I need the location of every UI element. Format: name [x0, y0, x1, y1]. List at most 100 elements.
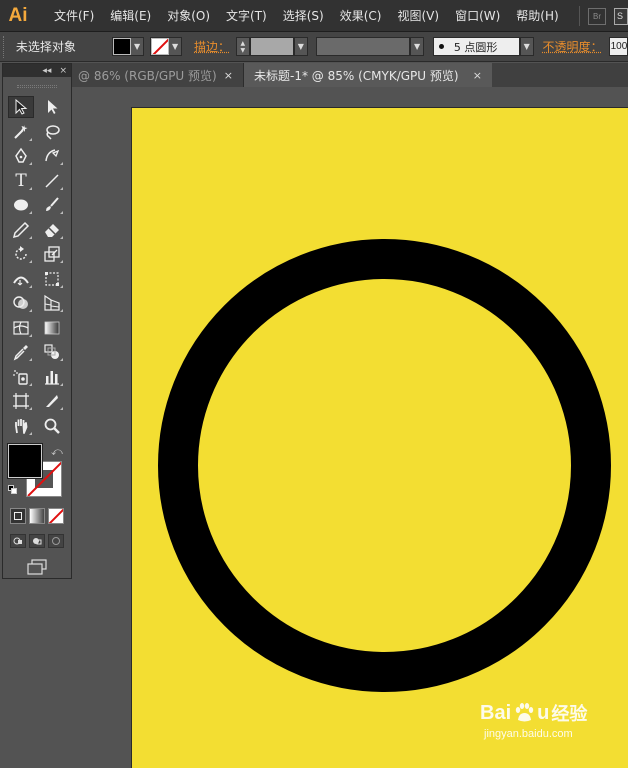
- control-bar-grip[interactable]: [3, 35, 7, 58]
- type-icon: T: [15, 170, 27, 191]
- none-mode-button[interactable]: [48, 508, 64, 524]
- stock-button[interactable]: S: [614, 7, 628, 25]
- stroke-label[interactable]: 描边：: [194, 38, 230, 55]
- mesh-icon: [13, 321, 29, 335]
- stroke-weight-field[interactable]: [249, 37, 295, 56]
- tools-panel-grip[interactable]: [3, 77, 71, 95]
- close-icon[interactable]: ×: [473, 69, 482, 82]
- menu-file[interactable]: 文件(F): [46, 7, 102, 24]
- lasso-icon: [46, 125, 60, 140]
- slice-knife-icon: [46, 395, 58, 408]
- tab-label: 未标题-1* @ 85% (CMYK/GPU 预览): [254, 68, 459, 83]
- direct-selection-arrow-icon: [48, 100, 58, 115]
- stroke-color-dropdown[interactable]: ▼: [150, 37, 183, 56]
- menu-type[interactable]: 文字(T): [218, 7, 275, 24]
- variable-width-field[interactable]: [315, 37, 411, 56]
- default-fill-stroke-icon[interactable]: [8, 485, 18, 495]
- menu-object[interactable]: 对象(O): [159, 7, 218, 24]
- menu-right: Br S: [571, 0, 628, 32]
- shape-builder-icon: [13, 296, 28, 310]
- tools-panel: ◂◂ × T ⤺: [2, 63, 72, 579]
- draw-behind-button[interactable]: [29, 534, 45, 548]
- draw-inside-button[interactable]: [48, 534, 64, 548]
- perspective-grid-tool[interactable]: [39, 292, 65, 314]
- stroke-swatch[interactable]: [151, 38, 170, 55]
- opacity-label[interactable]: 不透明度：: [543, 38, 603, 55]
- rotate-tool[interactable]: [8, 243, 34, 265]
- artboard-tool[interactable]: [8, 390, 34, 412]
- curvature-tool[interactable]: [39, 145, 65, 167]
- brush-dropdown[interactable]: ▼: [519, 37, 534, 56]
- close-icon[interactable]: ×: [59, 66, 67, 76]
- menu-view[interactable]: 视图(V): [389, 7, 447, 24]
- draw-mode-row: [3, 534, 71, 548]
- collapse-icon[interactable]: ◂◂: [42, 66, 51, 76]
- opacity-field[interactable]: 100: [608, 37, 628, 56]
- tab-document-1[interactable]: @ 86% (RGB/GPU 预览) ×: [72, 63, 244, 87]
- fill-color-box[interactable]: [8, 444, 42, 478]
- fill-color-dropdown[interactable]: ▼: [112, 37, 145, 56]
- stroke-weight-spinner[interactable]: ▲ ▼: [236, 37, 250, 56]
- pen-tool[interactable]: [8, 145, 34, 167]
- document-tabs: @ 86% (RGB/GPU 预览) × 未标题-1* @ 85% (CMYK/…: [72, 63, 628, 87]
- rotate-icon: [15, 246, 27, 260]
- watermark-logo: Bai u 经验: [480, 700, 600, 726]
- stroke-weight-dropdown[interactable]: ▼: [294, 37, 308, 56]
- gradient-icon: [44, 321, 60, 335]
- paintbrush-tool[interactable]: [39, 194, 65, 216]
- canvas-area[interactable]: [72, 87, 628, 768]
- column-graph-tool[interactable]: [39, 366, 65, 388]
- slice-tool[interactable]: [39, 390, 65, 412]
- mesh-tool[interactable]: [8, 317, 34, 339]
- menu-bar: Ai 文件(F) 编辑(E) 对象(O) 文字(T) 选择(S) 效果(C) 视…: [0, 0, 628, 32]
- width-tool[interactable]: [8, 268, 34, 290]
- watermark-brand-a: Bai: [480, 701, 512, 724]
- chevron-down-icon[interactable]: ▼: [169, 38, 181, 55]
- menu-help[interactable]: 帮助(H): [508, 7, 566, 24]
- tools-grid: T: [3, 95, 71, 438]
- watermark-brand-b: u: [537, 701, 550, 724]
- type-tool[interactable]: T: [8, 170, 34, 192]
- menu-separator: [579, 6, 580, 26]
- menu-edit[interactable]: 编辑(E): [102, 7, 159, 24]
- ellipse-tool[interactable]: [8, 194, 34, 216]
- free-transform-icon: [45, 271, 59, 286]
- screen-mode-button[interactable]: [25, 558, 49, 576]
- gradient-tool[interactable]: [39, 317, 65, 339]
- brush-definition-field[interactable]: 5 点圆形: [432, 37, 520, 56]
- swap-fill-stroke-icon[interactable]: ⤺: [51, 445, 63, 459]
- menu-select[interactable]: 选择(S): [275, 7, 332, 24]
- selection-tool[interactable]: [8, 96, 34, 119]
- menu-window[interactable]: 窗口(W): [447, 7, 508, 24]
- tab-document-2[interactable]: 未标题-1* @ 85% (CMYK/GPU 预览) ×: [244, 63, 492, 87]
- scale-icon: [44, 246, 60, 262]
- chevron-down-icon[interactable]: ▼: [131, 38, 143, 55]
- direct-selection-tool[interactable]: [39, 96, 65, 118]
- perspective-grid-icon: [44, 295, 60, 311]
- draw-normal-button[interactable]: [10, 534, 26, 548]
- artboard[interactable]: [131, 107, 628, 768]
- variable-width-dropdown[interactable]: ▼: [410, 37, 424, 56]
- hand-icon: [15, 418, 28, 434]
- gradient-mode-button[interactable]: [29, 508, 45, 524]
- bridge-button[interactable]: Br: [588, 7, 606, 25]
- hand-tool[interactable]: [8, 415, 34, 437]
- eyedropper-tool[interactable]: [8, 341, 34, 363]
- circle-ring-shape[interactable]: [158, 239, 611, 692]
- ellipse-icon: [14, 199, 28, 211]
- magic-wand-tool[interactable]: [8, 121, 34, 143]
- fill-swatch[interactable]: [113, 38, 132, 55]
- close-icon[interactable]: ×: [224, 69, 233, 82]
- shape-builder-tool[interactable]: [8, 292, 34, 314]
- blend-tool[interactable]: [39, 341, 65, 363]
- zoom-tool[interactable]: [39, 415, 65, 437]
- line-segment-tool[interactable]: [39, 170, 65, 192]
- free-transform-tool[interactable]: [39, 268, 65, 290]
- menu-effect[interactable]: 效果(C): [332, 7, 390, 24]
- symbol-sprayer-tool[interactable]: [8, 366, 34, 388]
- color-mode-button[interactable]: [10, 508, 26, 524]
- lasso-tool[interactable]: [39, 121, 65, 143]
- eraser-tool[interactable]: [39, 219, 65, 241]
- pencil-tool[interactable]: [8, 219, 34, 241]
- scale-tool[interactable]: [39, 243, 65, 265]
